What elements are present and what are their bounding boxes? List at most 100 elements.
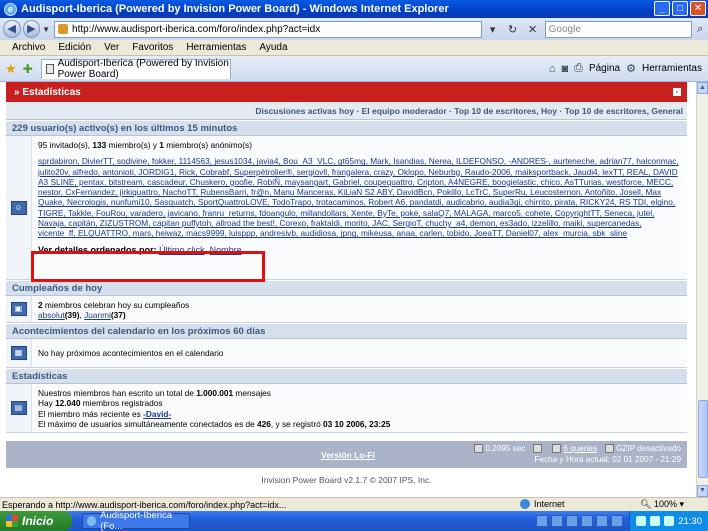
online-user-list[interactable]: sprdabiron, DivierTT, sodivine, fokker, … — [38, 156, 681, 238]
maximize-button[interactable]: □ — [672, 1, 688, 16]
menu-ver[interactable]: Ver — [104, 42, 119, 53]
tray-app-icon[interactable] — [551, 515, 564, 527]
menu-bar: Archivo Edición Ver Favoritos Herramient… — [0, 40, 708, 56]
system-tray: 21:30 — [629, 511, 708, 531]
birthdays-section: ▣ 2 miembros celebran hoy su cumpleaños … — [6, 296, 687, 323]
window-controls: _ □ ✕ — [654, 1, 706, 16]
tray-icon[interactable] — [650, 516, 661, 526]
birthdays-body: 2 miembros celebran hoy su cumpleaños ab… — [32, 296, 687, 322]
birthday-user-juanmi[interactable]: Juanmi — [84, 310, 111, 320]
tray-apps — [536, 515, 624, 527]
search-icon[interactable]: ⌕ — [692, 23, 708, 36]
clock-icon — [474, 444, 484, 454]
tray-app-icon[interactable] — [536, 515, 549, 527]
current-datetime: Fecha y Hora actual: 02 01 2007 - 21:29 — [534, 455, 681, 464]
calendar-section: ▦ No hay próximos acontecimientos en el … — [6, 339, 687, 368]
home-icon[interactable]: ⌂ — [549, 63, 556, 75]
tray-icon[interactable] — [636, 516, 647, 526]
stats-header: » Estadísticas - — [6, 82, 687, 102]
clock[interactable]: 21:30 — [678, 516, 702, 527]
window-title: Audisport-Iberica (Powered by Invision P… — [21, 3, 449, 15]
close-button[interactable]: ✕ — [690, 1, 706, 16]
taskbar-item-ie[interactable]: Audisport-Iberica (Fo... — [82, 510, 190, 531]
menu-edicion[interactable]: Edición — [58, 42, 91, 53]
history-dropdown-icon[interactable]: ▼ — [42, 25, 50, 34]
tools-gear-icon[interactable]: ⚙ — [626, 62, 636, 75]
online-summary: 95 invitado(s), 133 miembro(s) y 1 miemb… — [38, 140, 252, 150]
lofi-version-link[interactable]: Versión Lo-Fi — [321, 450, 375, 460]
minimize-button[interactable]: _ — [654, 1, 670, 16]
globe-icon — [520, 499, 530, 509]
sort-last-click-link[interactable]: Último click — [159, 245, 205, 255]
page-menu[interactable]: Página — [589, 63, 620, 74]
page-viewport: » Estadísticas - Discusiones activas hoy… — [0, 82, 696, 497]
tray-app-icon[interactable] — [596, 515, 609, 527]
window-titlebar[interactable]: e Audisport-Iberica (Powered by Invision… — [0, 0, 708, 18]
tools-menu[interactable]: Herramientas — [642, 63, 702, 74]
windows-logo-icon — [6, 515, 18, 527]
vertical-scrollbar[interactable]: ▲ ▼ — [696, 82, 708, 497]
page-icon — [58, 24, 69, 34]
calendar-icon: ▦ — [10, 346, 27, 360]
scroll-up-icon[interactable]: ▲ — [697, 82, 708, 94]
tab-audisport[interactable]: Audisport-Iberica (Powered by Invision P… — [40, 58, 231, 80]
search-input[interactable]: Google — [544, 20, 693, 38]
start-button[interactable]: Inicio — [0, 511, 72, 531]
forum-stats: » Estadísticas - Discusiones activas hoy… — [6, 82, 687, 485]
address-tools: ▾ ↻ ✕ — [485, 23, 541, 36]
queries-link[interactable]: 6 queries — [563, 444, 597, 453]
forward-button[interactable]: ▶ — [22, 20, 41, 38]
print-icon[interactable]: ⎙ — [574, 62, 583, 75]
queries-icon — [552, 444, 562, 454]
sort-name-link[interactable]: Nombre — [210, 245, 242, 255]
security-zone: Internet — [520, 499, 565, 509]
board-stats-title: Estadísticas — [6, 368, 687, 384]
tab-title: Audisport-Iberica (Powered by Invision P… — [57, 58, 229, 80]
sql-icon — [533, 444, 543, 453]
scroll-thumb[interactable] — [698, 400, 708, 478]
gzip-icon — [605, 444, 615, 454]
tab-row: ★ ✚ Audisport-Iberica (Powered by Invisi… — [0, 56, 708, 82]
collapse-icon[interactable]: - — [673, 88, 681, 96]
sort-label: Ver detalles ordenados por: — [38, 244, 157, 255]
stats-icon: ▤ — [10, 401, 27, 415]
menu-ayuda[interactable]: Ayuda — [259, 42, 287, 53]
online-users-title: 229 usuario(s) activo(s) en los últimos … — [6, 120, 687, 136]
tray-icon[interactable] — [664, 516, 675, 526]
zoom-level[interactable]: 🔍︎ 100% ▾ — [640, 499, 684, 510]
back-button[interactable]: ◀ — [3, 20, 21, 38]
sort-details: Ver detalles ordenados por: Último click… — [38, 244, 242, 255]
feeds-icon[interactable]: ◙ — [561, 63, 568, 75]
newest-member-link[interactable]: -David- — [143, 409, 171, 419]
online-user-links[interactable]: sprdabiron, DivierTT, sodivine, fokker, … — [38, 156, 679, 238]
ie-icon: e — [4, 2, 17, 16]
favorites-star-icon[interactable]: ★ — [5, 61, 17, 77]
tab-page-icon — [45, 64, 54, 74]
online-users-body: 95 invitado(s), 133 miembro(s) y 1 miemb… — [32, 136, 687, 279]
scroll-down-icon[interactable]: ▼ — [697, 485, 708, 497]
birthday-user-absolut[interactable]: absolut — [38, 310, 65, 320]
refresh-icon[interactable]: ↻ — [505, 23, 521, 36]
stats-subnav[interactable]: Discusiones activas hoy · El equipo mode… — [6, 102, 687, 120]
address-url: http://www.audisport-iberica.com/foro/in… — [72, 23, 321, 35]
ie-task-icon — [87, 516, 97, 526]
tray-app-icon[interactable] — [566, 515, 579, 527]
address-row: ◀ ▶ ▼ http://www.audisport-iberica.com/f… — [0, 18, 708, 40]
board-stats-body: Nuestros miembros han escrito un total d… — [32, 384, 687, 432]
add-favorite-icon[interactable]: ✚ — [23, 62, 33, 76]
menu-herramientas[interactable]: Herramientas — [186, 42, 246, 53]
users-icon: ☺ — [10, 200, 27, 215]
command-bar: ⌂ ◙ ⎙ Página ⚙ Herramientas — [549, 62, 708, 75]
status-bar: Esperando a http://www.audisport-iberica… — [0, 497, 708, 511]
stats-header-title: Estadísticas — [22, 86, 81, 98]
tray-app-icon[interactable] — [581, 515, 594, 527]
calendar-title: Acontecimientos del calendario en los pr… — [6, 323, 687, 339]
stop-icon[interactable]: ✕ — [525, 23, 541, 36]
birthdays-title: Cumpleaños de hoy — [6, 280, 687, 296]
address-dropdown-icon[interactable]: ▾ — [485, 23, 501, 36]
address-bar[interactable]: http://www.audisport-iberica.com/foro/in… — [54, 20, 482, 38]
menu-favoritos[interactable]: Favoritos — [132, 42, 173, 53]
tray-app-icon[interactable] — [611, 515, 624, 527]
menu-archivo[interactable]: Archivo — [12, 42, 45, 53]
birthday-icon: ▣ — [10, 302, 27, 316]
